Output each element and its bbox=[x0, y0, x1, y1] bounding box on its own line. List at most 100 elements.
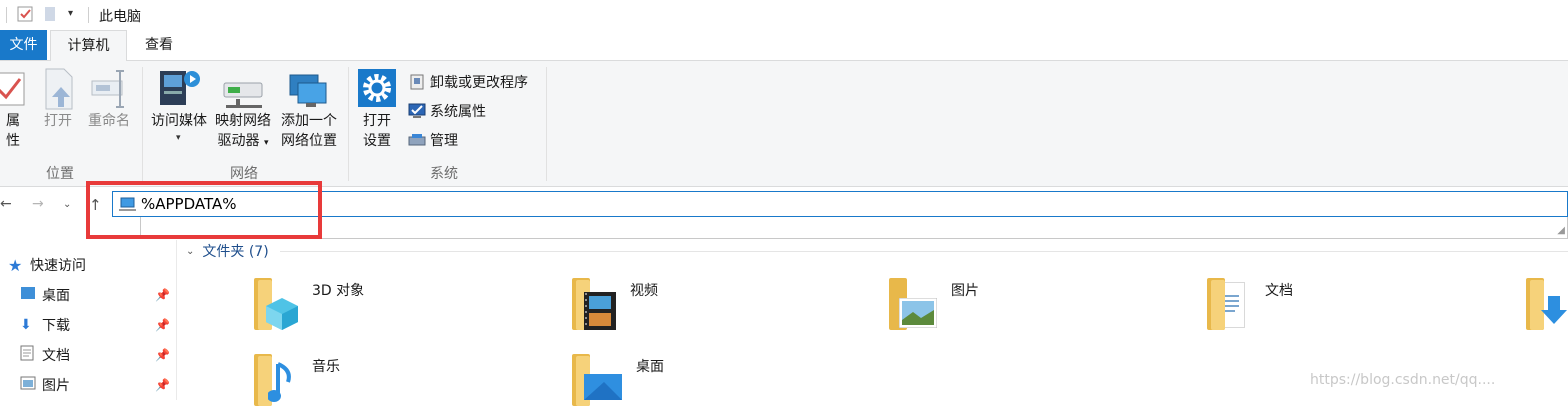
map-network-drive-label-2: 驱动器 ▾ bbox=[217, 133, 269, 149]
new-folder-icon[interactable] bbox=[44, 6, 56, 22]
address-autocomplete-dropdown: ◢ bbox=[140, 217, 1568, 239]
folder-name: 文档 bbox=[1265, 283, 1293, 299]
tab-computer[interactable]: 计算机 bbox=[50, 30, 127, 62]
collapse-chevron-icon[interactable]: ⌄ bbox=[186, 246, 194, 257]
folder-videos[interactable]: 视频 bbox=[572, 278, 658, 330]
picture-icon bbox=[20, 376, 42, 394]
access-media-icon bbox=[158, 65, 202, 111]
music-folder-icon bbox=[254, 354, 298, 406]
folder-documents[interactable]: 文档 bbox=[1207, 278, 1293, 330]
group-label-system: 系统 bbox=[430, 166, 458, 182]
documents-folder-icon bbox=[1207, 278, 1251, 330]
group-separator bbox=[348, 67, 349, 181]
manage-icon bbox=[408, 134, 426, 146]
qat-separator bbox=[6, 7, 7, 23]
properties-icon bbox=[0, 69, 30, 109]
system-properties-label: 系统属性 bbox=[430, 104, 486, 120]
open-settings-label-2: 设置 bbox=[363, 133, 391, 149]
3d-objects-folder-icon bbox=[254, 278, 298, 330]
folder-name: 视频 bbox=[630, 283, 658, 299]
manage-button[interactable]: 管理 bbox=[408, 130, 458, 150]
group-label-network: 网络 bbox=[230, 166, 258, 182]
uninstall-label: 卸载或更改程序 bbox=[430, 75, 528, 91]
properties-check-icon[interactable] bbox=[17, 6, 33, 22]
qat-separator bbox=[88, 7, 89, 23]
folder-name: 3D 对象 bbox=[312, 283, 365, 299]
uninstall-icon bbox=[410, 74, 424, 90]
section-header-label: 文件夹 (7) bbox=[202, 244, 269, 260]
map-network-drive-icon bbox=[222, 75, 266, 111]
open-icon bbox=[44, 67, 78, 111]
manage-label: 管理 bbox=[430, 133, 458, 149]
nav-item-label: 快速访问 bbox=[30, 258, 86, 274]
pin-icon[interactable]: 📌 bbox=[155, 318, 170, 332]
desktop-folder-large-icon bbox=[572, 354, 622, 406]
recent-locations-chevron-icon[interactable]: ⌄ bbox=[63, 199, 71, 210]
folder-downloads[interactable] bbox=[1526, 278, 1568, 330]
resize-grip-icon[interactable]: ◢ bbox=[1557, 225, 1565, 236]
nav-item-label: 下载 bbox=[42, 318, 70, 334]
add-network-location-button[interactable]: 添加一个 网络位置 bbox=[276, 111, 342, 151]
folder-desktop[interactable]: 桌面 bbox=[572, 354, 664, 406]
uninstall-program-button[interactable]: 卸载或更改程序 bbox=[408, 72, 528, 92]
folder-name: 音乐 bbox=[312, 359, 340, 375]
tab-file[interactable]: 文件 bbox=[0, 30, 47, 60]
map-network-drive-button[interactable]: 映射网络 驱动器 ▾ bbox=[210, 111, 276, 153]
navigation-pane: ★ 快速访问 桌面 📌 ⬇ 下载 📌 文档 📌 图片 📌 bbox=[0, 240, 177, 400]
rename-icon bbox=[90, 69, 130, 109]
pin-icon[interactable]: 📌 bbox=[155, 378, 170, 392]
properties-button[interactable]: 属性 bbox=[0, 111, 26, 151]
nav-item-documents[interactable]: 文档 📌 bbox=[20, 340, 170, 370]
pictures-folder-icon bbox=[889, 278, 937, 330]
desktop-folder-icon bbox=[20, 286, 42, 304]
folders-section-header[interactable]: ⌄ 文件夹 (7) bbox=[186, 241, 269, 261]
back-arrow-icon[interactable]: ← bbox=[0, 196, 12, 212]
system-properties-button[interactable]: 系统属性 bbox=[408, 101, 486, 121]
open-settings-label-1: 打开 bbox=[363, 113, 391, 129]
forward-arrow-icon[interactable]: → bbox=[32, 196, 44, 212]
downloads-folder-icon bbox=[1526, 278, 1568, 330]
add-network-location-icon bbox=[286, 71, 330, 111]
section-divider bbox=[280, 251, 1568, 252]
highlight-annotation-box bbox=[86, 181, 322, 239]
window-title: 此电脑 bbox=[99, 9, 141, 25]
open-button[interactable]: 打开 bbox=[38, 111, 78, 131]
system-properties-icon bbox=[408, 103, 426, 118]
folder-music[interactable]: 音乐 bbox=[254, 354, 340, 406]
folder-3d-objects[interactable]: 3D 对象 bbox=[254, 278, 364, 330]
address-bar[interactable]: %APPDATA% bbox=[112, 191, 1568, 217]
watermark-text: https://blog.csdn.net/qq.... bbox=[1310, 372, 1496, 388]
add-network-location-label-2: 网络位置 bbox=[281, 133, 337, 149]
settings-gear-icon bbox=[358, 69, 396, 107]
star-icon: ★ bbox=[8, 255, 23, 275]
access-media-dropdown-icon[interactable]: ▾ bbox=[176, 133, 181, 143]
nav-item-label: 图片 bbox=[42, 378, 70, 394]
nav-item-label: 文档 bbox=[42, 348, 70, 364]
group-separator bbox=[546, 67, 547, 181]
group-label-location: 位置 bbox=[46, 166, 74, 182]
group-separator bbox=[142, 67, 143, 181]
tab-view[interactable]: 查看 bbox=[130, 30, 188, 60]
nav-item-label: 桌面 bbox=[42, 288, 70, 304]
download-arrow-icon: ⬇ bbox=[20, 317, 32, 333]
add-network-location-label-1: 添加一个 bbox=[281, 113, 337, 129]
open-settings-button[interactable]: 打开 设置 bbox=[354, 111, 400, 151]
pin-icon[interactable]: 📌 bbox=[155, 288, 170, 302]
nav-item-desktop[interactable]: 桌面 📌 bbox=[20, 280, 170, 310]
nav-item-downloads[interactable]: ⬇ 下载 📌 bbox=[20, 310, 170, 340]
rename-button[interactable]: 重命名 bbox=[84, 111, 134, 131]
document-icon bbox=[20, 345, 42, 365]
videos-folder-icon bbox=[572, 278, 616, 330]
ribbon-tabs: 文件 计算机 查看 bbox=[0, 30, 1568, 62]
pin-icon[interactable]: 📌 bbox=[155, 348, 170, 362]
ribbon-panel: 属性 打开 重命名 位置 访问媒体 ▾ 映射网络 驱动器 ▾ 添加一个 网络位置… bbox=[0, 61, 1568, 187]
folder-name: 桌面 bbox=[636, 359, 664, 375]
qat-dropdown-icon[interactable]: ▾ bbox=[68, 8, 73, 19]
title-bar: ▾ 此电脑 bbox=[0, 0, 1568, 30]
access-media-button[interactable]: 访问媒体 bbox=[146, 111, 212, 131]
nav-item-pictures[interactable]: 图片 📌 bbox=[20, 370, 170, 400]
folder-pictures[interactable]: 图片 bbox=[889, 278, 979, 330]
map-network-drive-label-1: 映射网络 bbox=[215, 113, 271, 129]
folder-name: 图片 bbox=[951, 283, 979, 299]
nav-item-quick-access[interactable]: ★ 快速访问 bbox=[8, 250, 86, 280]
